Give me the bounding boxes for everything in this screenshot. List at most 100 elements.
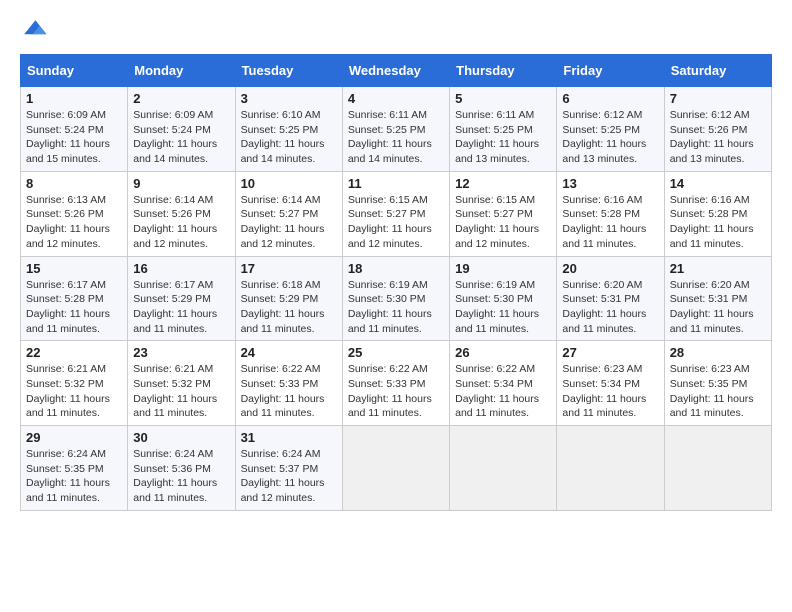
cell-content: Sunrise: 6:16 AMSunset: 5:28 PMDaylight:… <box>670 194 754 250</box>
day-number: 18 <box>348 261 444 276</box>
day-number: 22 <box>26 345 122 360</box>
cell-content: Sunrise: 6:15 AMSunset: 5:27 PMDaylight:… <box>348 194 432 250</box>
page: Sunday Monday Tuesday Wednesday Thursday… <box>0 0 792 521</box>
day-number: 28 <box>670 345 766 360</box>
day-number: 3 <box>241 91 337 106</box>
cell-content: Sunrise: 6:11 AMSunset: 5:25 PMDaylight:… <box>455 109 539 165</box>
cell-content: Sunrise: 6:10 AMSunset: 5:25 PMDaylight:… <box>241 109 325 165</box>
cell-content: Sunrise: 6:09 AMSunset: 5:24 PMDaylight:… <box>133 109 217 165</box>
table-row: 10 Sunrise: 6:14 AMSunset: 5:27 PMDaylig… <box>235 171 342 256</box>
table-row: 23 Sunrise: 6:21 AMSunset: 5:32 PMDaylig… <box>128 341 235 426</box>
cell-content: Sunrise: 6:19 AMSunset: 5:30 PMDaylight:… <box>348 279 432 335</box>
cell-content: Sunrise: 6:16 AMSunset: 5:28 PMDaylight:… <box>562 194 646 250</box>
day-number: 23 <box>133 345 229 360</box>
table-row: 4 Sunrise: 6:11 AMSunset: 5:25 PMDayligh… <box>342 87 449 172</box>
col-sunday: Sunday <box>21 55 128 87</box>
cell-content: Sunrise: 6:14 AMSunset: 5:26 PMDaylight:… <box>133 194 217 250</box>
cell-content: Sunrise: 6:19 AMSunset: 5:30 PMDaylight:… <box>455 279 539 335</box>
cell-content: Sunrise: 6:15 AMSunset: 5:27 PMDaylight:… <box>455 194 539 250</box>
day-number: 17 <box>241 261 337 276</box>
table-row: 3 Sunrise: 6:10 AMSunset: 5:25 PMDayligh… <box>235 87 342 172</box>
table-row: 6 Sunrise: 6:12 AMSunset: 5:25 PMDayligh… <box>557 87 664 172</box>
table-row: 21 Sunrise: 6:20 AMSunset: 5:31 PMDaylig… <box>664 256 771 341</box>
cell-content: Sunrise: 6:22 AMSunset: 5:34 PMDaylight:… <box>455 363 539 419</box>
cell-content: Sunrise: 6:24 AMSunset: 5:35 PMDaylight:… <box>26 448 110 504</box>
table-row: 1 Sunrise: 6:09 AMSunset: 5:24 PMDayligh… <box>21 87 128 172</box>
day-number: 7 <box>670 91 766 106</box>
cell-content: Sunrise: 6:13 AMSunset: 5:26 PMDaylight:… <box>26 194 110 250</box>
table-row: 2 Sunrise: 6:09 AMSunset: 5:24 PMDayligh… <box>128 87 235 172</box>
cell-content: Sunrise: 6:24 AMSunset: 5:36 PMDaylight:… <box>133 448 217 504</box>
day-number: 14 <box>670 176 766 191</box>
calendar-week: 1 Sunrise: 6:09 AMSunset: 5:24 PMDayligh… <box>21 87 772 172</box>
day-number: 19 <box>455 261 551 276</box>
empty-cell <box>342 426 449 511</box>
table-row: 20 Sunrise: 6:20 AMSunset: 5:31 PMDaylig… <box>557 256 664 341</box>
cell-content: Sunrise: 6:17 AMSunset: 5:29 PMDaylight:… <box>133 279 217 335</box>
empty-cell <box>557 426 664 511</box>
calendar-week: 8 Sunrise: 6:13 AMSunset: 5:26 PMDayligh… <box>21 171 772 256</box>
day-number: 24 <box>241 345 337 360</box>
day-number: 25 <box>348 345 444 360</box>
col-wednesday: Wednesday <box>342 55 449 87</box>
table-row: 27 Sunrise: 6:23 AMSunset: 5:34 PMDaylig… <box>557 341 664 426</box>
table-row: 19 Sunrise: 6:19 AMSunset: 5:30 PMDaylig… <box>450 256 557 341</box>
table-row: 31 Sunrise: 6:24 AMSunset: 5:37 PMDaylig… <box>235 426 342 511</box>
calendar-header: Sunday Monday Tuesday Wednesday Thursday… <box>21 55 772 87</box>
table-row: 13 Sunrise: 6:16 AMSunset: 5:28 PMDaylig… <box>557 171 664 256</box>
table-row: 22 Sunrise: 6:21 AMSunset: 5:32 PMDaylig… <box>21 341 128 426</box>
calendar: Sunday Monday Tuesday Wednesday Thursday… <box>20 54 772 511</box>
col-monday: Monday <box>128 55 235 87</box>
day-number: 13 <box>562 176 658 191</box>
table-row: 29 Sunrise: 6:24 AMSunset: 5:35 PMDaylig… <box>21 426 128 511</box>
cell-content: Sunrise: 6:12 AMSunset: 5:26 PMDaylight:… <box>670 109 754 165</box>
cell-content: Sunrise: 6:12 AMSunset: 5:25 PMDaylight:… <box>562 109 646 165</box>
table-row: 28 Sunrise: 6:23 AMSunset: 5:35 PMDaylig… <box>664 341 771 426</box>
cell-content: Sunrise: 6:20 AMSunset: 5:31 PMDaylight:… <box>562 279 646 335</box>
table-row: 24 Sunrise: 6:22 AMSunset: 5:33 PMDaylig… <box>235 341 342 426</box>
table-row: 9 Sunrise: 6:14 AMSunset: 5:26 PMDayligh… <box>128 171 235 256</box>
day-number: 27 <box>562 345 658 360</box>
day-number: 20 <box>562 261 658 276</box>
day-number: 16 <box>133 261 229 276</box>
table-row: 17 Sunrise: 6:18 AMSunset: 5:29 PMDaylig… <box>235 256 342 341</box>
cell-content: Sunrise: 6:17 AMSunset: 5:28 PMDaylight:… <box>26 279 110 335</box>
day-number: 9 <box>133 176 229 191</box>
cell-content: Sunrise: 6:20 AMSunset: 5:31 PMDaylight:… <box>670 279 754 335</box>
day-number: 10 <box>241 176 337 191</box>
table-row: 11 Sunrise: 6:15 AMSunset: 5:27 PMDaylig… <box>342 171 449 256</box>
empty-cell <box>664 426 771 511</box>
cell-content: Sunrise: 6:09 AMSunset: 5:24 PMDaylight:… <box>26 109 110 165</box>
table-row: 16 Sunrise: 6:17 AMSunset: 5:29 PMDaylig… <box>128 256 235 341</box>
logo <box>20 20 48 44</box>
cell-content: Sunrise: 6:21 AMSunset: 5:32 PMDaylight:… <box>26 363 110 419</box>
day-number: 29 <box>26 430 122 445</box>
calendar-body: 1 Sunrise: 6:09 AMSunset: 5:24 PMDayligh… <box>21 87 772 511</box>
day-number: 15 <box>26 261 122 276</box>
day-number: 6 <box>562 91 658 106</box>
table-row: 5 Sunrise: 6:11 AMSunset: 5:25 PMDayligh… <box>450 87 557 172</box>
day-number: 21 <box>670 261 766 276</box>
table-row: 18 Sunrise: 6:19 AMSunset: 5:30 PMDaylig… <box>342 256 449 341</box>
day-number: 12 <box>455 176 551 191</box>
table-row: 8 Sunrise: 6:13 AMSunset: 5:26 PMDayligh… <box>21 171 128 256</box>
cell-content: Sunrise: 6:11 AMSunset: 5:25 PMDaylight:… <box>348 109 432 165</box>
day-number: 5 <box>455 91 551 106</box>
table-row: 26 Sunrise: 6:22 AMSunset: 5:34 PMDaylig… <box>450 341 557 426</box>
cell-content: Sunrise: 6:14 AMSunset: 5:27 PMDaylight:… <box>241 194 325 250</box>
cell-content: Sunrise: 6:23 AMSunset: 5:34 PMDaylight:… <box>562 363 646 419</box>
day-number: 2 <box>133 91 229 106</box>
header <box>20 20 772 44</box>
day-number: 8 <box>26 176 122 191</box>
cell-content: Sunrise: 6:22 AMSunset: 5:33 PMDaylight:… <box>348 363 432 419</box>
day-number: 26 <box>455 345 551 360</box>
table-row: 12 Sunrise: 6:15 AMSunset: 5:27 PMDaylig… <box>450 171 557 256</box>
empty-cell <box>450 426 557 511</box>
calendar-week: 29 Sunrise: 6:24 AMSunset: 5:35 PMDaylig… <box>21 426 772 511</box>
cell-content: Sunrise: 6:21 AMSunset: 5:32 PMDaylight:… <box>133 363 217 419</box>
cell-content: Sunrise: 6:22 AMSunset: 5:33 PMDaylight:… <box>241 363 325 419</box>
table-row: 25 Sunrise: 6:22 AMSunset: 5:33 PMDaylig… <box>342 341 449 426</box>
col-saturday: Saturday <box>664 55 771 87</box>
col-tuesday: Tuesday <box>235 55 342 87</box>
calendar-week: 15 Sunrise: 6:17 AMSunset: 5:28 PMDaylig… <box>21 256 772 341</box>
